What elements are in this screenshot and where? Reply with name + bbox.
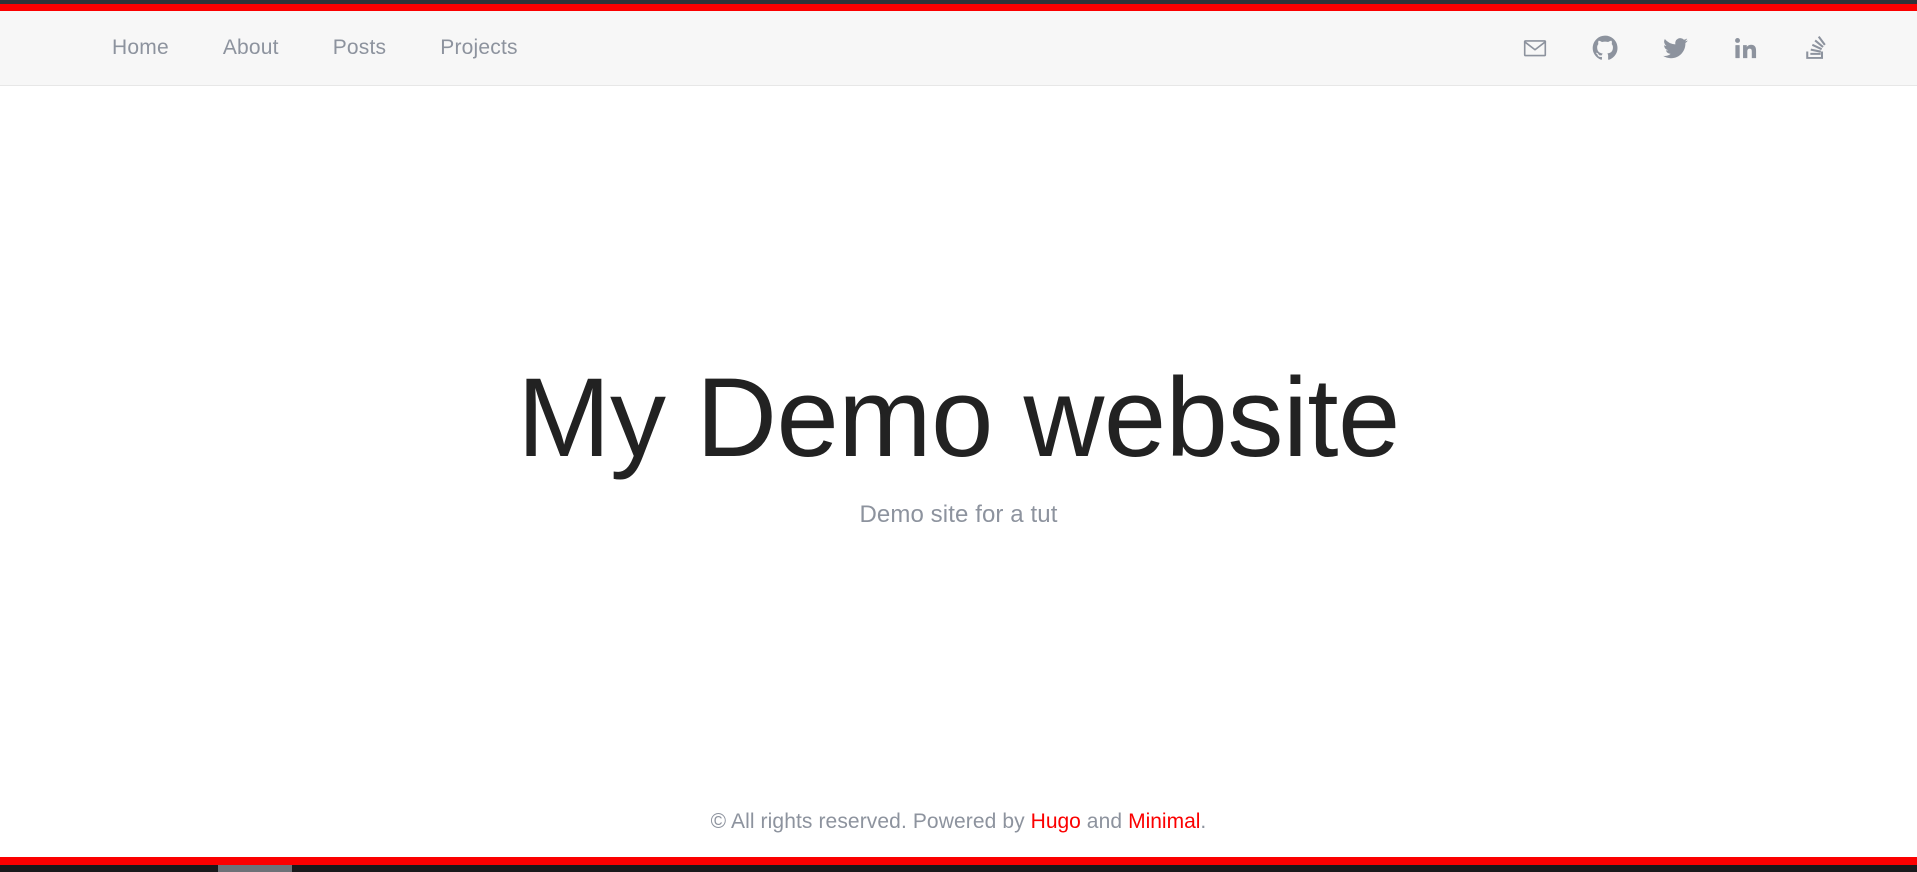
social-link-email[interactable] [1518, 31, 1552, 65]
main-navigation: Home About Posts Projects [112, 36, 518, 60]
site-header: Home About Posts Projects [0, 11, 1917, 86]
footer-copyright-text: © All rights reserved. Powered by [710, 810, 1031, 833]
github-icon [1592, 35, 1618, 61]
main-content: My Demo website Demo site for a tut [0, 86, 1917, 786]
envelope-icon [1522, 35, 1548, 61]
stackoverflow-icon [1802, 35, 1828, 61]
social-link-stackoverflow[interactable] [1798, 31, 1832, 65]
nav-link-home[interactable]: Home [112, 36, 169, 60]
linkedin-icon [1733, 36, 1758, 61]
bottom-accent-bar [0, 857, 1917, 865]
window-bottom-strip [0, 865, 1917, 872]
twitter-icon [1662, 35, 1689, 62]
nav-link-posts[interactable]: Posts [333, 36, 387, 60]
hero-section: My Demo website Demo site for a tut [0, 356, 1917, 529]
nav-link-projects[interactable]: Projects [440, 36, 517, 60]
social-link-linkedin[interactable] [1728, 31, 1762, 65]
footer-link-minimal[interactable]: Minimal [1128, 810, 1200, 833]
footer-period-text: . [1200, 810, 1207, 833]
social-link-twitter[interactable] [1658, 31, 1692, 65]
site-footer: © All rights reserved. Powered by Hugo a… [0, 810, 1917, 834]
top-accent-bar [0, 4, 1917, 11]
social-link-github[interactable] [1588, 31, 1622, 65]
nav-link-about[interactable]: About [223, 36, 279, 60]
social-links [1518, 31, 1832, 65]
horizontal-scrollbar-thumb[interactable] [218, 865, 292, 872]
page-subtitle: Demo site for a tut [859, 501, 1058, 529]
page-title: My Demo website [517, 355, 1400, 480]
footer-link-hugo[interactable]: Hugo [1031, 810, 1081, 833]
footer-conjunction-text: and [1080, 810, 1129, 833]
